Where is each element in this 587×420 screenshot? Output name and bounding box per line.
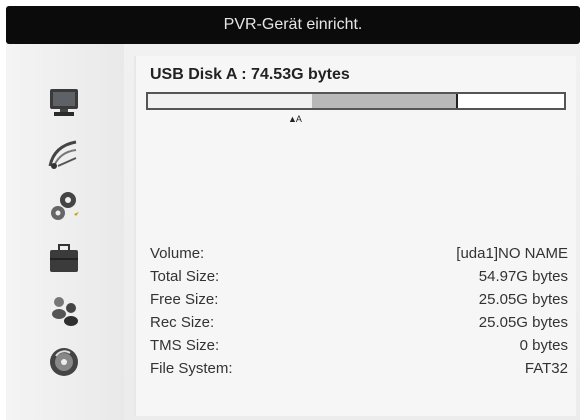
info-row: Free Size: 25.05G bytes [150, 288, 568, 311]
satellite-dish-icon[interactable] [46, 136, 82, 172]
page-title: PVR-Gerät einricht. [223, 16, 363, 33]
disk-title: USB Disk A : 74.53G bytes [150, 66, 350, 83]
info-label: Total Size: [150, 268, 220, 285]
tv-icon[interactable] [46, 84, 82, 120]
gears-icon[interactable] [46, 188, 82, 224]
title-bar: PVR-Gerät einricht. [6, 6, 580, 44]
toolbox-icon[interactable] [46, 240, 82, 276]
info-value: 54.97G bytes [478, 268, 568, 285]
info-label: Volume: [150, 245, 205, 262]
people-icon[interactable] [46, 292, 82, 328]
info-row: Total Size: 54.97G bytes [150, 265, 568, 288]
main-panel: USB Disk A : 74.53G bytes ▲A Volume: [ud… [6, 44, 580, 420]
info-row: Rec Size: 25.05G bytes [150, 311, 568, 334]
info-value: 25.05G bytes [478, 291, 568, 308]
info-row: TMS Size: 0 bytes [150, 334, 568, 357]
info-row: File System: FAT32 [150, 357, 568, 380]
disk-info-panel: USB Disk A : 74.53G bytes ▲A Volume: [ud… [134, 56, 576, 416]
usage-segment-used [312, 94, 456, 108]
usage-segment-free [148, 94, 312, 108]
info-value: [uda1]NO NAME [456, 245, 568, 262]
info-row: Volume: [uda1]NO NAME [150, 242, 568, 265]
disk-usage-bar [146, 92, 566, 110]
info-value: FAT32 [524, 360, 568, 377]
usage-segment-empty [455, 94, 564, 108]
sidebar-menu [6, 44, 124, 420]
info-label: Free Size: [150, 291, 219, 308]
info-label: File System: [150, 360, 233, 377]
info-label: TMS Size: [150, 337, 220, 354]
info-value: 0 bytes [519, 337, 568, 354]
partition-marker: ▲A [288, 114, 302, 124]
disc-drive-icon[interactable] [46, 344, 82, 380]
volume-info-list: Volume: [uda1]NO NAME Total Size: 54.97G… [150, 242, 568, 380]
info-label: Rec Size: [150, 314, 215, 331]
info-value: 25.05G bytes [478, 314, 568, 331]
